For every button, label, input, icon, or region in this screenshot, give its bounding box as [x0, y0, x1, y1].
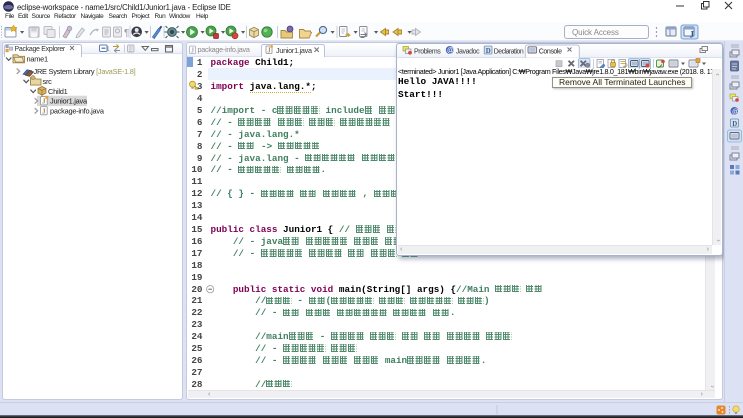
svg-text:¶: ¶: [124, 28, 129, 39]
svg-text:J: J: [42, 97, 46, 105]
svg-text:src: src: [43, 77, 53, 86]
svg-text:Console: Console: [539, 48, 562, 55]
svg-text:Junior1.java: Junior1.java: [50, 97, 88, 106]
svg-text:@: @: [447, 48, 454, 55]
svg-text:package-info.java: package-info.java: [50, 107, 105, 116]
svg-text:JRE System Library [JavaSE-1.8: JRE System Library [JavaSE-1.8]: [34, 67, 136, 76]
svg-text:Javadoc: Javadoc: [456, 48, 480, 55]
svg-text:Problems: Problems: [414, 48, 441, 55]
svg-text:D: D: [732, 121, 737, 128]
svg-text:Quick Access: Quick Access: [572, 28, 619, 37]
svg-text:Child1: Child1: [48, 87, 68, 96]
svg-text:Declaration: Declaration: [494, 48, 524, 55]
svg-text:@: @: [732, 109, 739, 116]
svg-text:J: J: [690, 30, 695, 40]
svg-text:D: D: [486, 48, 491, 55]
svg-text:J: J: [42, 107, 46, 115]
svg-text:J: J: [267, 48, 271, 55]
svg-text:name1: name1: [27, 55, 48, 64]
svg-text:J: J: [191, 48, 195, 55]
